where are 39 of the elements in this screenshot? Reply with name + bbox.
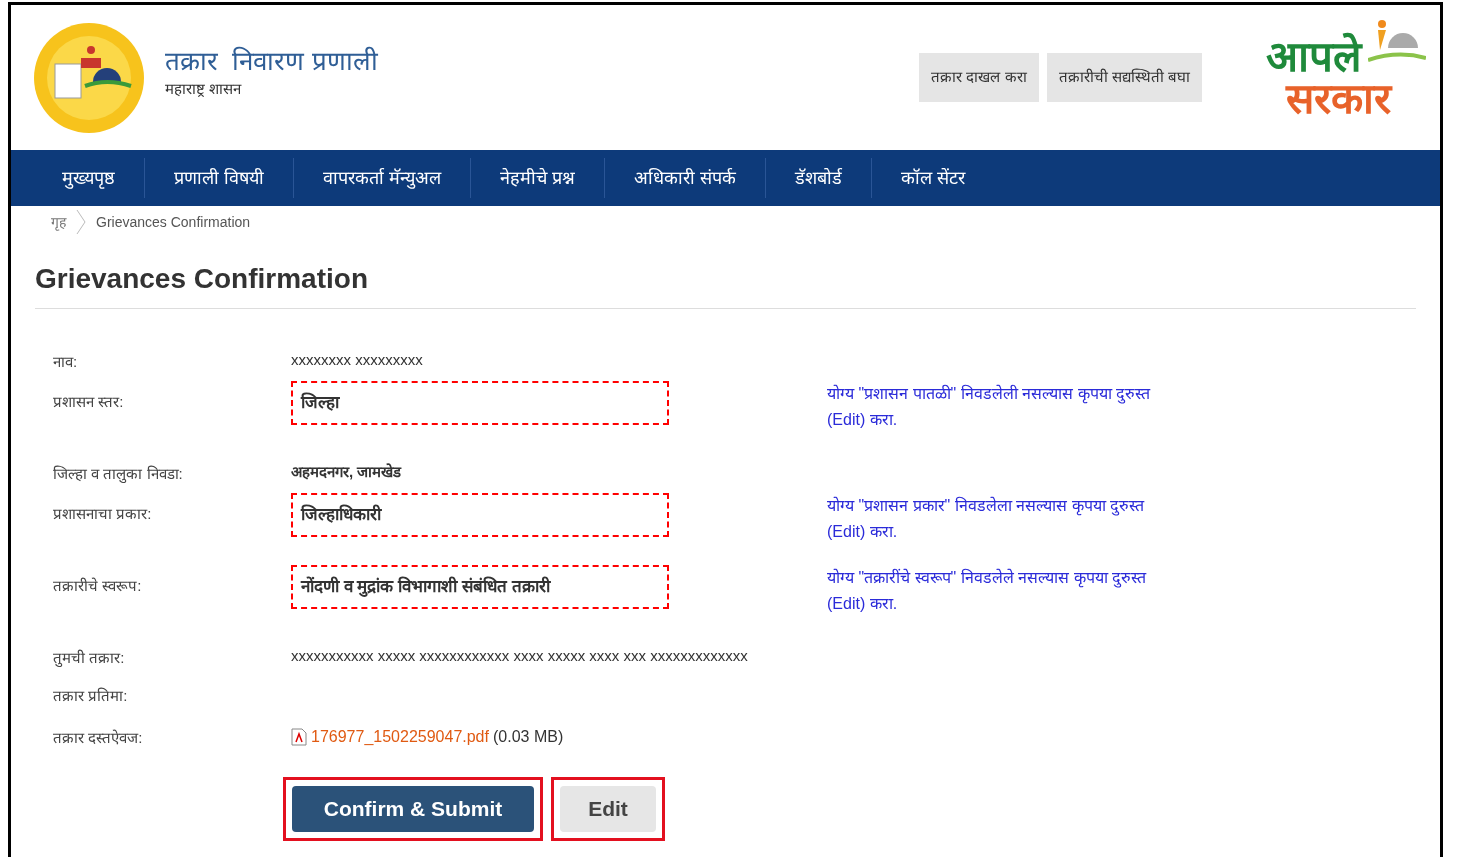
correction-note: योग्य "प्रशासन प्रकार" निवडलेला नसल्यास कृपया दुरुस्त (Edit) करा. <box>827 495 1146 542</box>
field-label: तक्रार प्रतिमा: <box>53 686 129 706</box>
nav-link[interactable]: कॉल सेंटर <box>872 164 995 192</box>
brand-logo-text: सरकार <box>1285 77 1391 120</box>
confirm-submit-button[interactable]: Confirm & Submit <box>292 786 534 832</box>
header-button[interactable]: तक्रार दाखल करा <box>919 53 1039 102</box>
field-label: तक्रारीचे स्वरूप: <box>53 576 143 596</box>
nav-link[interactable]: वापरकर्ता मॅन्युअल <box>294 164 471 192</box>
field-label: प्रशासन स्तर: <box>53 392 125 412</box>
field-label: तुमची तक्रार: <box>53 648 126 669</box>
breadcrumb-current: Grievances Confirmation <box>96 212 251 232</box>
nav-link[interactable]: मुख्यपृष्ठ <box>33 164 144 192</box>
field-label: जिल्हा व तालुका निवडा: <box>53 464 184 485</box>
logo-emblem-icon <box>33 21 145 134</box>
correction-note: योग्य "तक्रारींचे स्वरूप" निवडलेले नसल्यास कृपया दुरुस्त (Edit) करा. <box>827 567 1148 614</box>
field-value: xxxxxxxx xxxxxxxxx <box>291 350 423 370</box>
breadcrumb-link[interactable]: गृह <box>51 211 66 233</box>
chevron-icon <box>76 209 86 235</box>
page-title: Grievances Confirmation <box>35 258 1416 309</box>
highlighted-value: नोंदणी व मुद्रांक विभागाशी संबंधित तक्रारी <box>291 565 669 609</box>
nav-link[interactable]: नेहमीचे प्रश्न <box>471 164 605 192</box>
field-label: प्रशासनाचा प्रकार: <box>53 504 153 524</box>
highlighted-value: जिल्हाधिकारी <box>291 493 669 537</box>
edit-button[interactable]: Edit <box>560 786 656 832</box>
field-label: नाव: <box>53 352 79 372</box>
field-label: तक्रार दस्तऐवज: <box>53 728 144 748</box>
pdf-file-icon <box>291 728 307 746</box>
file-link[interactable]: 176977_1502259047.pdf <box>311 725 489 749</box>
correction-note: योग्य "प्रशासन पातळी" निवडलेली नसल्यास कृपया दुरुस्त (Edit) करा. <box>827 383 1152 430</box>
nav-link[interactable]: प्रणाली विषयी <box>145 164 293 192</box>
field-value: xxxxxxxxxxx xxxxx xxxxxxxxxxxx xxxx xxxxx xxxx xxx xxxxxxxxxxxxx <box>291 646 748 666</box>
nav-link[interactable]: अधिकारी संपर्क <box>605 164 766 192</box>
site-title: तक्रार निवारण प्रणाली <box>165 45 378 78</box>
nav-link[interactable]: डॅशबोर्ड <box>766 164 872 192</box>
highlighted-value: जिल्हा <box>291 381 669 425</box>
header-button[interactable]: तक्रारीची सद्यस्थिती बघा <box>1046 53 1202 102</box>
field-value: अहमदनगर, जामखेड <box>291 462 402 482</box>
file-size: (0.03 MB) <box>492 727 564 747</box>
site-subtitle: महाराष्ट्र शासन <box>165 78 243 99</box>
